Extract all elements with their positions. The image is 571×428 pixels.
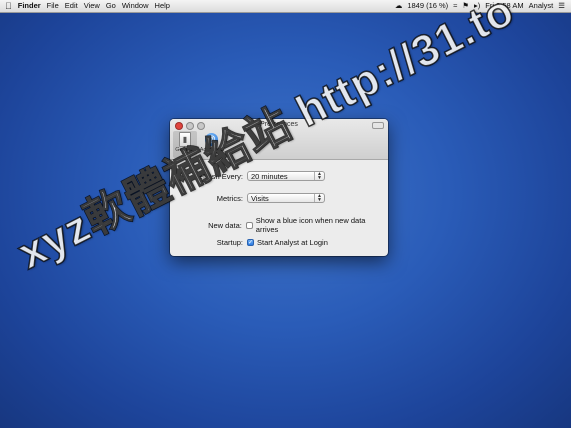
chevron-updown-icon: ▲ ▼ [314, 172, 324, 181]
preferences-window: Preferences ▮ General @ Accounts Refresh… [170, 119, 388, 256]
apple-icon[interactable]:  [5, 0, 12, 12]
general-switch-icon: ▮ [179, 131, 191, 147]
startup-label: Startup: [216, 238, 243, 247]
refresh-interval-value: 20 minutes [251, 171, 288, 181]
metrics-select[interactable]: Visits ▲ ▼ [247, 193, 325, 203]
cloud-icon[interactable]: ☁ [395, 0, 403, 12]
chevron-updown-icon: ▲ ▼ [314, 194, 324, 203]
new-data-label: New data: [208, 220, 242, 230]
menu-finder[interactable]: Finder [18, 0, 41, 12]
tab-accounts-label: Accounts [199, 147, 223, 153]
volume-icon[interactable]: ▸) [474, 0, 480, 12]
window-title: Preferences [260, 121, 298, 128]
new-data-checkbox-label[interactable]: Show a blue icon when new data arrives [256, 216, 388, 234]
flag-icon[interactable]: ⚑ [462, 0, 469, 12]
tab-general-label: General [175, 147, 195, 153]
menu-bar:  Finder File Edit View Go Window Help ☁… [0, 0, 571, 13]
tab-accounts[interactable]: @ Accounts [199, 131, 223, 158]
menu-edit[interactable]: Edit [65, 0, 78, 12]
startup-checkbox[interactable]: ✓ [247, 239, 254, 246]
new-data-checkbox[interactable] [245, 221, 253, 229]
window-titlebar: Preferences ▮ General @ Accounts [170, 119, 388, 160]
tab-general[interactable]: ▮ General [173, 131, 197, 158]
preferences-toolbar: ▮ General @ Accounts [173, 131, 225, 158]
refresh-interval-select[interactable]: 20 minutes ▲ ▼ [247, 171, 325, 181]
metrics-label: Metrics: [216, 193, 243, 203]
clock[interactable]: Fri 9:58 AM [485, 0, 523, 12]
toolbar-toggle-button[interactable] [372, 122, 384, 129]
at-sign-icon: @ [204, 132, 218, 146]
menu-help[interactable]: Help [155, 0, 170, 12]
menu-go[interactable]: Go [106, 0, 116, 12]
user-name[interactable]: Analyst [529, 0, 554, 12]
menu-view[interactable]: View [84, 0, 100, 12]
startup-checkbox-label[interactable]: Start Analyst at Login [257, 238, 328, 247]
refresh-label: Refresh Every: [193, 171, 243, 181]
menu-list-icon[interactable]: ☰ [558, 0, 565, 12]
preferences-content: Refresh Every: 20 minutes ▲ ▼ Metrics: Vi… [170, 160, 388, 256]
battery-status[interactable]: 1849 (16 %) [407, 0, 448, 12]
menu-window[interactable]: Window [122, 0, 149, 12]
metrics-value: Visits [251, 193, 269, 203]
menu-file[interactable]: File [47, 0, 59, 12]
wifi-icon[interactable]: ≈ [453, 0, 457, 12]
